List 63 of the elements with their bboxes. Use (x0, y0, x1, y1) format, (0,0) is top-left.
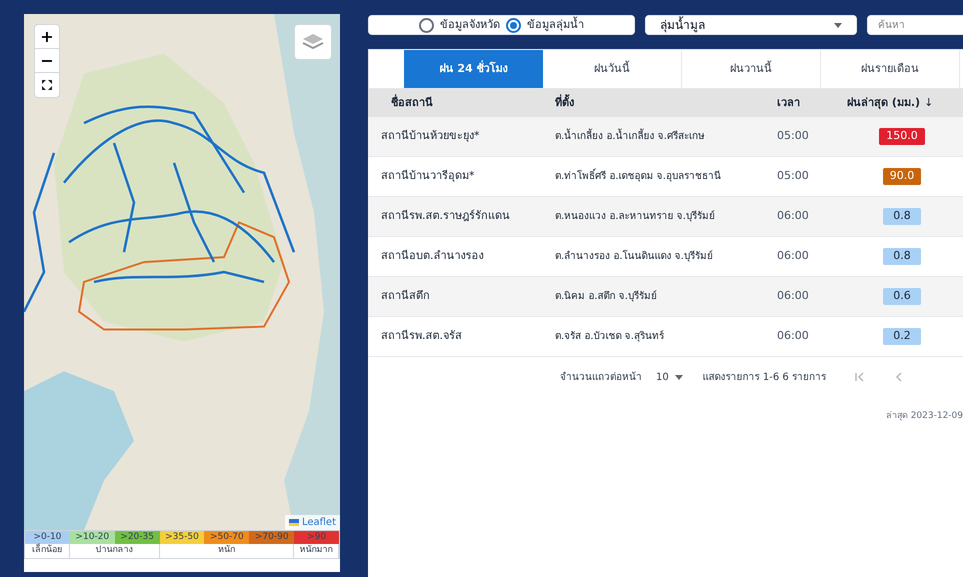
rain-value-badge: 90.0 (882, 168, 922, 185)
station-name: สถานีสตึก (380, 288, 431, 304)
layers-icon (301, 32, 325, 52)
rain-tab[interactable]: ฝนวานนี้ (682, 50, 821, 88)
zoom-out-button[interactable]: − (35, 49, 59, 73)
first-page-icon[interactable] (854, 371, 866, 383)
column-header: ที่ตั้ง (555, 94, 575, 111)
legend-level: ปานกลาง (70, 544, 160, 558)
legend-range: >35-50 (160, 531, 204, 544)
station-location: ต.น้ำเกลี้ยง อ.น้ำเกลี้ยง จ.ศรีสะเกษ (555, 129, 777, 144)
rain-tab[interactable]: ฝนรายเดือน (821, 50, 960, 88)
station-location: ต.ท่าโพธิ์ศรี อ.เดชอุดม จ.อุบลราชธานี (555, 169, 777, 184)
search-field[interactable]: ค้นหา (867, 15, 963, 35)
rain-value-badge: 150.0 (879, 128, 925, 145)
report-time: 06:00 (777, 248, 810, 264)
station-location: ต.หนองแวง อ.ละหานทราย จ.บุรีรัมย์ (555, 209, 716, 224)
fullscreen-icon (41, 79, 53, 91)
rain-value-badge: 0.8 (883, 208, 921, 225)
source-radio[interactable]: ข้อมูลจังหวัด (419, 16, 500, 34)
station-name: สถานีบ้านห้วยขะยุง* (380, 128, 480, 144)
station-name: สถานีอบต.ลำนางรอง (380, 248, 484, 264)
previous-page-icon[interactable] (894, 371, 904, 383)
station-location: ต.ลำนางรอง อ.โนนดินแดง จ.บุรีรัมย์ (555, 249, 714, 264)
report-time: 06:00 (777, 288, 810, 304)
report-time: 05:00 (777, 168, 810, 184)
column-header: เวลา (777, 94, 801, 111)
rain-value-badge: 0.2 (883, 328, 921, 345)
flag-icon (288, 519, 299, 526)
basin-dropdown[interactable]: ลุ่มน้ำมูล (645, 15, 857, 35)
legend-range: >10-20 (70, 531, 115, 544)
rows-per-page-label: จำนวนแถวต่อหน้า (560, 370, 642, 384)
legend-range: >0-10 (25, 531, 70, 544)
report-time: 05:00 (777, 128, 810, 144)
map-view[interactable]: + − Leaflet (24, 14, 340, 530)
station-name: สถานีรพ.สต.ราษฎร์รักแดน (380, 208, 511, 224)
station-location: ต.จรัส อ.บัวเชด จ.สุรินทร์ (555, 329, 665, 344)
rain-tab[interactable]: ฝนวันนี้ (543, 50, 682, 88)
legend-range: >50-70 (204, 531, 250, 544)
rain-value-badge: 0.8 (883, 248, 921, 265)
rain-value-badge: 0.6 (883, 288, 921, 305)
layers-button[interactable] (294, 24, 332, 60)
station-name: สถานีรพ.สต.จรัส (380, 328, 463, 344)
caret-icon (834, 22, 842, 28)
zoom-in-button[interactable]: + (35, 25, 59, 49)
report-time: 06:00 (777, 328, 810, 344)
column-header: ชื่อสถานี (390, 94, 434, 111)
sort-icon[interactable]: ↓ (924, 94, 934, 112)
legend-range: >20-35 (114, 531, 160, 544)
legend-level: เล็กน้อย (25, 544, 70, 558)
rows-per-page-select[interactable]: 10 (656, 370, 683, 384)
legend-level: หนักมาก (294, 544, 339, 558)
legend-range: >70-90 (249, 531, 294, 544)
legend-range: >90 (294, 531, 339, 544)
rain-tab[interactable]: ฝน 24 ชั่วโมง (404, 50, 543, 88)
legend-level: หนัก (160, 544, 294, 558)
source-radio[interactable]: ข้อมูลลุ่มน้ำ (506, 16, 584, 34)
range-text: แสดงรายการ 1-6 6 รายการ (702, 370, 826, 384)
column-header[interactable]: ฝนล่าสุด (มม.) (847, 94, 920, 112)
report-time: 06:00 (777, 208, 810, 224)
station-location: ต.นิคม อ.สตึก จ.บุรีรัมย์ (555, 289, 658, 304)
caret-icon (674, 374, 683, 380)
last-updated-text: ล่าสุด 2023-12-09 (886, 410, 963, 424)
station-name: สถานีบ้านวารีอุดม* (380, 168, 476, 184)
